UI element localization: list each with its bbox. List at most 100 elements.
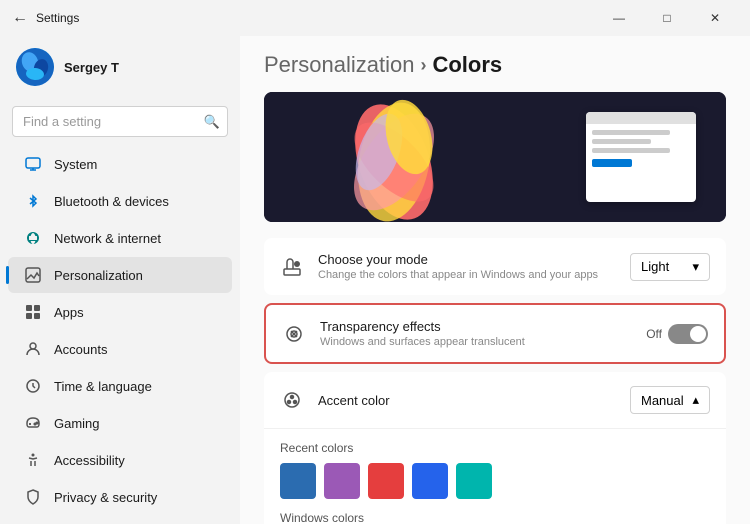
sidebar-label-network: Network & internet xyxy=(54,231,161,246)
sidebar-label-system: System xyxy=(54,157,97,172)
nav-list: System Bluetooth & devices Network & int… xyxy=(0,145,240,524)
recent-colors-label: Recent colors xyxy=(280,441,710,455)
breadcrumb-parent: Personalization xyxy=(264,52,414,78)
sidebar-item-network[interactable]: Network & internet xyxy=(8,220,232,256)
transparency-icon xyxy=(282,322,306,346)
breadcrumb-separator: › xyxy=(420,55,426,76)
swatch-3[interactable] xyxy=(368,463,404,499)
mode-dropdown[interactable]: Light ▾ xyxy=(630,253,710,281)
breadcrumb-current: Colors xyxy=(432,52,502,78)
accent-value: Manual xyxy=(641,393,684,408)
transparency-card: Transparency effects Windows and surface… xyxy=(264,303,726,364)
sidebar-item-gaming[interactable]: Gaming xyxy=(8,405,232,441)
mode-chevron: ▾ xyxy=(692,259,699,275)
palette-icon xyxy=(280,388,304,412)
sidebar-item-time[interactable]: Time & language xyxy=(8,368,232,404)
preview-window-titlebar xyxy=(586,112,696,124)
preview-line-2 xyxy=(592,139,651,144)
mode-row: Choose your mode Change the colors that … xyxy=(264,238,726,295)
preview-button-mock xyxy=(592,159,632,167)
transparency-row: Transparency effects Windows and surface… xyxy=(266,305,724,362)
network-icon xyxy=(24,229,42,247)
sidebar-item-privacy[interactable]: Privacy & security xyxy=(8,479,232,515)
mode-text: Choose your mode Change the colors that … xyxy=(318,252,616,281)
preview-line-3 xyxy=(592,148,670,153)
accent-card: Accent color Manual ▴ Recent colors xyxy=(264,372,726,524)
preview-line-1 xyxy=(592,130,670,135)
sidebar-item-bluetooth[interactable]: Bluetooth & devices xyxy=(8,183,232,219)
accent-title: Accent color xyxy=(318,393,616,408)
search-input[interactable] xyxy=(12,106,228,137)
sidebar-label-privacy: Privacy & security xyxy=(54,490,157,505)
search-icon: 🔍 xyxy=(204,114,220,130)
sidebar: Sergey T 🔍 System Bluetooth & devices xyxy=(0,36,240,524)
sidebar-label-accounts: Accounts xyxy=(54,342,107,357)
title-bar-title: Settings xyxy=(36,11,79,25)
accessibility-icon xyxy=(24,451,42,469)
transparency-desc: Windows and surfaces appear translucent xyxy=(320,336,632,348)
sidebar-label-personalization: Personalization xyxy=(54,268,143,283)
breadcrumb: Personalization › Colors xyxy=(264,52,726,78)
preview-window-mockup xyxy=(586,112,696,202)
accent-header-row: Accent color Manual ▴ xyxy=(264,372,726,429)
mode-desc: Change the colors that appear in Windows… xyxy=(318,269,616,281)
swatch-4[interactable] xyxy=(412,463,448,499)
gaming-icon xyxy=(24,414,42,432)
back-icon[interactable]: ← xyxy=(12,9,28,27)
apps-icon xyxy=(24,303,42,321)
minimize-button[interactable]: — xyxy=(596,4,642,32)
user-profile: Sergey T xyxy=(0,36,240,98)
abstract-art xyxy=(294,97,494,222)
accent-body: Recent colors Windows colors xyxy=(264,429,726,524)
user-name: Sergey T xyxy=(64,60,119,75)
maximize-button[interactable]: □ xyxy=(644,4,690,32)
avatar xyxy=(16,48,54,86)
system-icon xyxy=(24,155,42,173)
windows-colors-label: Windows colors xyxy=(280,511,710,524)
accent-control: Manual ▴ xyxy=(630,386,710,414)
swatch-5[interactable] xyxy=(456,463,492,499)
privacy-icon xyxy=(24,488,42,506)
mode-title: Choose your mode xyxy=(318,252,616,267)
mode-value: Light xyxy=(641,259,669,274)
content-area: Personalization › Colors xyxy=(240,36,750,524)
sidebar-label-accessibility: Accessibility xyxy=(54,453,125,468)
user-info: Sergey T xyxy=(64,60,119,75)
toggle-knob xyxy=(690,326,706,342)
time-icon xyxy=(24,377,42,395)
sidebar-item-accessibility[interactable]: Accessibility xyxy=(8,442,232,478)
title-bar: ← Settings — □ ✕ xyxy=(0,0,750,36)
paint-icon xyxy=(280,255,304,279)
accent-chevron-up: ▴ xyxy=(692,392,699,408)
mode-control: Light ▾ xyxy=(630,253,710,281)
sidebar-item-apps[interactable]: Apps xyxy=(8,294,232,330)
accounts-icon xyxy=(24,340,42,358)
personalization-icon xyxy=(24,266,42,284)
color-swatches xyxy=(280,463,710,499)
mode-card: Choose your mode Change the colors that … xyxy=(264,238,726,295)
sidebar-label-bluetooth: Bluetooth & devices xyxy=(54,194,169,209)
preview-window-content xyxy=(586,124,696,173)
search-box: 🔍 xyxy=(12,106,228,137)
transparency-title: Transparency effects xyxy=(320,319,632,334)
sidebar-item-update[interactable]: Windows Update xyxy=(8,516,232,524)
swatch-2[interactable] xyxy=(324,463,360,499)
bluetooth-icon xyxy=(24,192,42,210)
accent-dropdown[interactable]: Manual ▴ xyxy=(630,386,710,414)
transparency-control: Off xyxy=(646,324,708,344)
title-bar-left: ← Settings xyxy=(12,9,79,27)
app-container: Sergey T 🔍 System Bluetooth & devices xyxy=(0,36,750,524)
sidebar-label-time: Time & language xyxy=(54,379,152,394)
sidebar-item-personalization[interactable]: Personalization xyxy=(8,257,232,293)
preview-card xyxy=(264,92,726,222)
sidebar-item-accounts[interactable]: Accounts xyxy=(8,331,232,367)
close-button[interactable]: ✕ xyxy=(692,4,738,32)
sidebar-label-apps: Apps xyxy=(54,305,84,320)
transparency-text: Transparency effects Windows and surface… xyxy=(320,319,632,348)
accent-text: Accent color xyxy=(318,393,616,408)
transparency-toggle[interactable] xyxy=(668,324,708,344)
sidebar-label-gaming: Gaming xyxy=(54,416,100,431)
title-bar-controls: — □ ✕ xyxy=(596,4,738,32)
swatch-1[interactable] xyxy=(280,463,316,499)
sidebar-item-system[interactable]: System xyxy=(8,146,232,182)
